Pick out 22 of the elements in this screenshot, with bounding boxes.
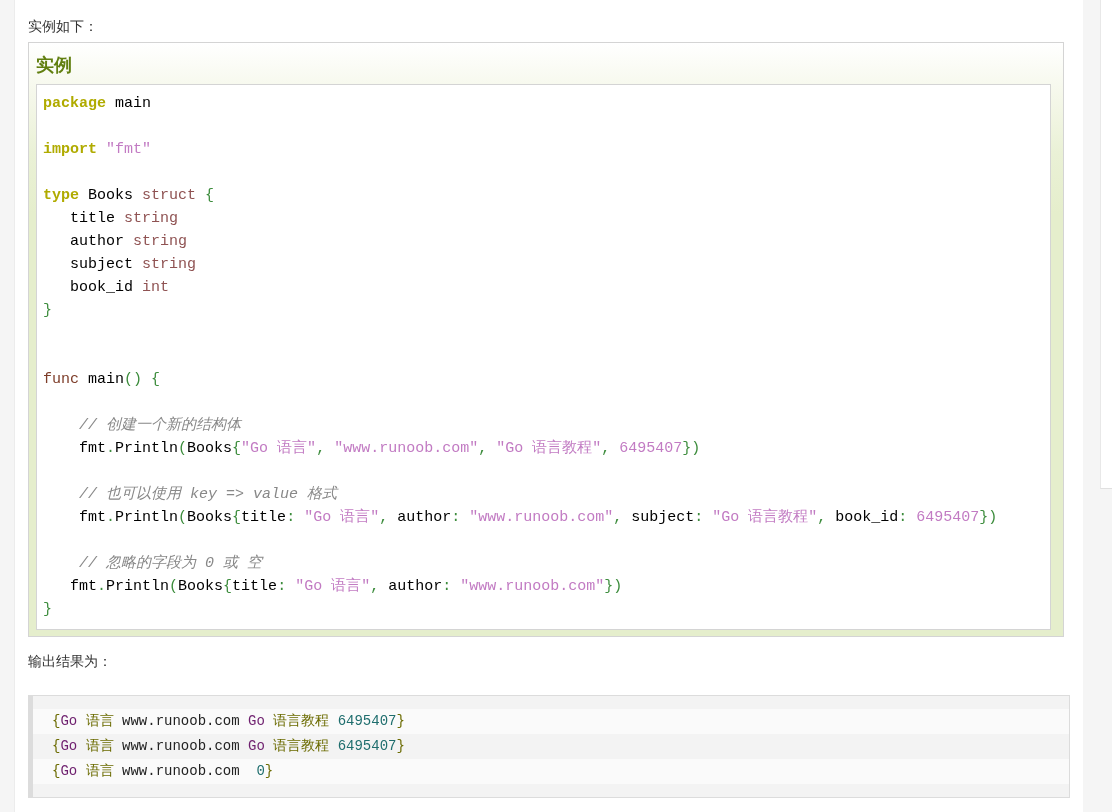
paragraph-text: 输出结果为： [28,652,112,671]
paragraph-text: 实例如下： [28,17,98,36]
example-title: 实例 [36,54,72,76]
code-line: } [43,302,52,319]
code-line: package main [43,95,152,112]
code-line: book_id int [70,279,170,296]
code-line: author string [70,233,188,250]
code-line: // 创建一个新的结构体 [79,417,242,434]
code-line: fmt.Println(Books{title: "Go 语言", author: "www.runoob.com"}) [70,578,623,595]
code-line: // 也可以使用 key => value 格式 [79,486,338,503]
code-line: func main() { [43,371,161,388]
code-line: subject string [70,256,197,273]
code-line: title string [70,210,179,227]
code-line: fmt.Println(Books{title: "Go 语言", author: "www.runoob.com", subject: "Go 语言教程", book_id: 6495407}) [79,509,998,526]
output-line: {Go 语言 www.runoob.com Go 语言教程 6495407} [52,738,405,754]
code-line: import "fmt" [43,141,152,158]
code-line: } [43,601,52,618]
code-line: // 忽略的字段为 0 或 空 [79,555,263,572]
output-line: {Go 语言 www.runoob.com Go 语言教程 6495407} [52,713,405,729]
output-line: {Go 语言 www.runoob.com 0} [52,763,274,779]
code-line: fmt.Println(Books{"Go 语言", "www.runoob.com", "Go 语言教程", 6495407}) [79,440,701,457]
code-line: type Books struct { [43,187,215,204]
